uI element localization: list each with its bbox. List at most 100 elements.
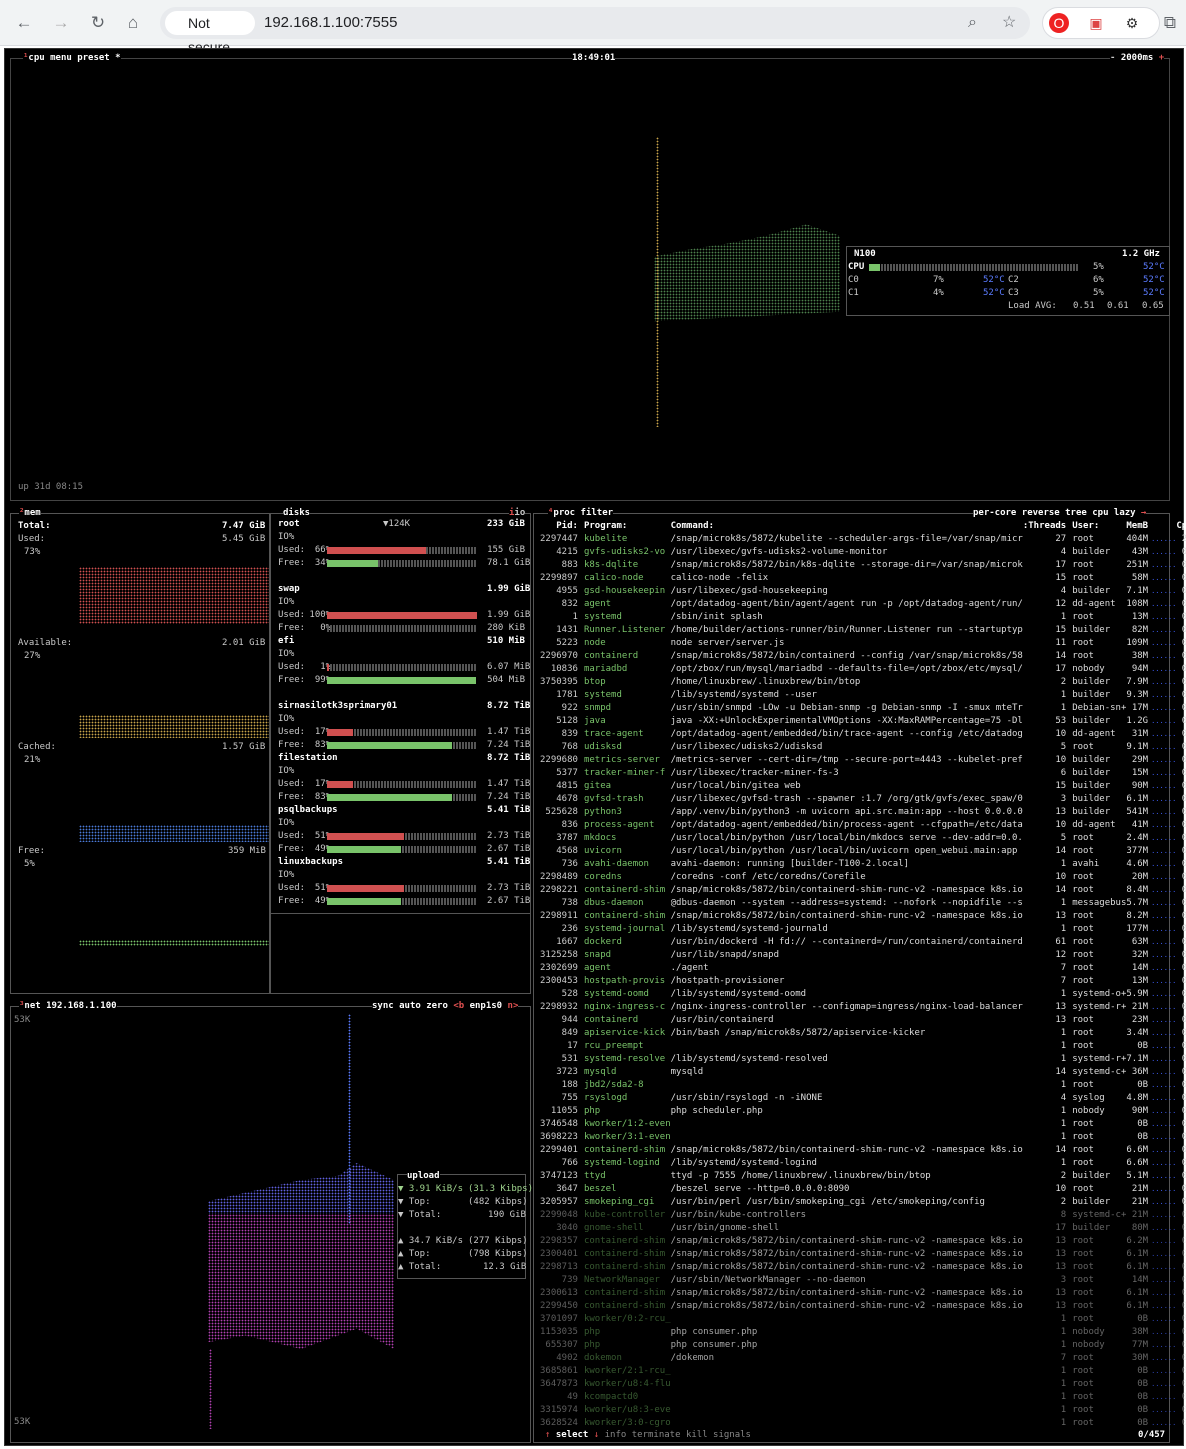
proc-filter[interactable]: filter	[581, 508, 614, 518]
process-row[interactable]: 531 systemd-resolve/lib/systemd/systemd-r…	[540, 1053, 1186, 1066]
footer-signals[interactable]: signals	[713, 1430, 751, 1440]
net-next[interactable]: n>	[508, 1001, 519, 1011]
net-sync[interactable]: sync	[372, 1001, 394, 1011]
process-row[interactable]: 3698223 kworker/3:1-even 1 root 0B...... 0.0	[540, 1131, 1186, 1144]
process-row[interactable]: 2298911 containerd-shim/snap/microk8s/587…	[540, 910, 1186, 923]
col-mem[interactable]: MemB	[1126, 520, 1148, 533]
net-interface[interactable]: enp1s0	[470, 1001, 503, 1011]
bookmark-star-icon[interactable]: ☆	[1002, 11, 1016, 35]
forward-icon[interactable]: →	[49, 11, 73, 35]
process-row[interactable]: 17 rcu_preempt 1 root 0B...... 0.0	[540, 1040, 1186, 1053]
process-row[interactable]: 5377 tracker-miner-f/usr/libexec/tracker-…	[540, 767, 1186, 780]
tab-menu[interactable]: menu	[50, 53, 72, 63]
opt-reverse[interactable]: reverse	[1022, 508, 1060, 518]
col-threads[interactable]: Threads:	[1023, 520, 1066, 533]
net-prev[interactable]: <b	[453, 1001, 464, 1011]
process-row[interactable]: 2300401 containerd-shim/snap/microk8s/587…	[540, 1248, 1186, 1261]
opt-sort[interactable]: cpu lazy	[1092, 508, 1135, 518]
process-row[interactable]: 49 kcompactd0 1 root 0B...... 0.0	[540, 1391, 1186, 1404]
back-icon[interactable]: ←	[12, 11, 36, 35]
process-row[interactable]: 3746548 kworker/1:2-even 1 root 0B...... 0.0	[540, 1118, 1186, 1131]
process-row[interactable]: 3647 beszel/beszel serve --http=0.0.0.0:8…	[540, 1183, 1186, 1196]
process-row[interactable]: 3723 mysqld mysqld 14 systemd-c+ 36M...... 0.0	[540, 1066, 1186, 1079]
process-row[interactable]: 4902 dokemon/dokemon 7 root 30M...... 0.0	[540, 1352, 1186, 1365]
footer-terminate[interactable]: terminate	[632, 1430, 681, 1440]
process-row[interactable]: 3315974 kworker/u8:3-eve 1 root 0B...... 0.0	[540, 1404, 1186, 1417]
url-text[interactable]: 192.168.1.100:7555	[264, 7, 397, 39]
process-row[interactable]: 2299048 kube-controller/usr/bin/kube-cont…	[540, 1209, 1186, 1222]
proc-title[interactable]: ⁴proc filter	[548, 507, 614, 520]
process-row[interactable]: 3747123 ttyd ttyd -p 7555 /home/linuxbrew/…	[540, 1170, 1186, 1183]
zoom-icon[interactable]: ⌕	[968, 11, 977, 35]
process-row[interactable]: 655307 php php consumer.php 1 nobody 77M.....…	[540, 1339, 1186, 1352]
opt-tree[interactable]: tree	[1065, 508, 1087, 518]
security-chip[interactable]: ⚠ Not secure	[165, 11, 255, 55]
process-row[interactable]: 883 k8s-dqlite/snap/microk8s/5872/bin/k8s…	[540, 559, 1186, 572]
process-row[interactable]: 839 trace-agent/opt/datadog-agent/embedde…	[540, 728, 1186, 741]
process-row[interactable]: 2302699 agent ./agent 7 root 14M...... 0.0	[540, 962, 1186, 975]
process-row[interactable]: 2298357 containerd-shim/snap/microk8s/587…	[540, 1235, 1186, 1248]
tab-cpu[interactable]: cpu	[28, 53, 44, 63]
process-row[interactable]: 922 snmpd/usr/sbin/snmpd -LOw -u Debian-s…	[540, 702, 1186, 715]
process-row[interactable]: 832 agent/opt/datadog-agent/bin/agent/age…	[540, 598, 1186, 611]
process-row[interactable]: 2298221 containerd-shim/snap/microk8s/587…	[540, 884, 1186, 897]
gear-icon[interactable]: ⚙	[1122, 13, 1142, 33]
net-auto[interactable]: auto	[399, 1001, 421, 1011]
process-row[interactable]: 1781 systemd/lib/systemd/systemd --user 1 b…	[540, 689, 1186, 702]
process-row[interactable]: 5128 java java -XX:+UnlockExperimentalVMOp…	[540, 715, 1186, 728]
process-row[interactable]: 1431 Runner.Listener/home/builder/actions…	[540, 624, 1186, 637]
process-row[interactable]: 2300453 hostpath-provis/hostpath-provisio…	[540, 975, 1186, 988]
reload-icon[interactable]: ↻	[86, 11, 110, 35]
process-row[interactable]: 2299897 calico-node calico-node -felix 15 ro…	[540, 572, 1186, 585]
process-row[interactable]: 3647873 kworker/u8:4-flu 1 root 0B...... 0.0	[540, 1378, 1186, 1391]
process-row[interactable]: 768 udisksd/usr/libexec/udisks2/udisksd 5 r…	[540, 741, 1186, 754]
process-row[interactable]: 1 systemd/sbin/init splash 1 root 13M...... 0…	[540, 611, 1186, 624]
process-row[interactable]: 944 containerd/usr/bin/containerd 13 root 23…	[540, 1014, 1186, 1027]
process-row[interactable]: 3205957 smokeping_cgi/usr/bin/perl /usr/b…	[540, 1196, 1186, 1209]
process-row[interactable]: 4568 uvicorn/usr/local/bin/python /usr/lo…	[540, 845, 1186, 858]
extension-icon[interactable]: ▣	[1086, 13, 1106, 33]
process-row[interactable]: 11055 php php scheduler.php 1 nobody 90M.....…	[540, 1105, 1186, 1118]
proc-options[interactable]: per-core reverse tree cpu lazy →	[973, 507, 1147, 520]
process-row[interactable]: 4815 gitea/usr/local/bin/gitea web 15 build…	[540, 780, 1186, 793]
process-row[interactable]: 2299450 containerd-shim/snap/microk8s/587…	[540, 1300, 1186, 1313]
col-user[interactable]: User:	[1066, 520, 1126, 533]
process-row[interactable]: 2298932 nginx-ingress-c/nginx-ingress-con…	[540, 1001, 1186, 1014]
footer-kill[interactable]: kill	[686, 1430, 708, 1440]
process-row[interactable]: 2299680 metrics-server/metrics-server --c…	[540, 754, 1186, 767]
footer-select[interactable]: select	[556, 1430, 589, 1440]
process-row[interactable]: 3701097 kworker/0:2-rcu_ 1 root 0B...... 0.0	[540, 1313, 1186, 1326]
process-row[interactable]: 4215 gvfs-udisks2-vo/usr/libexec/gvfs-udi…	[540, 546, 1186, 559]
col-program[interactable]: Program:	[584, 520, 671, 533]
mem-title[interactable]: ²mem	[19, 507, 41, 520]
process-row[interactable]: 528 systemd-oomd/lib/systemd/systemd-oomd…	[540, 988, 1186, 1001]
process-row[interactable]: 2296970 containerd/snap/microk8s/5872/bin…	[540, 650, 1186, 663]
process-row[interactable]: 3125258 snapd/usr/lib/snapd/snapd 12 root 32…	[540, 949, 1186, 962]
process-row[interactable]: 525628 python3/app/.venv/bin/python3 -m u…	[540, 806, 1186, 819]
col-cpu[interactable]: Cpu%	[1176, 520, 1186, 533]
process-row[interactable]: 2298713 containerd-shim/snap/microk8s/587…	[540, 1261, 1186, 1274]
process-row[interactable]: 739 NetworkManager/usr/sbin/NetworkManage…	[540, 1274, 1186, 1287]
opera-icon[interactable]: O	[1049, 13, 1069, 33]
tab-preset[interactable]: preset *	[77, 53, 120, 63]
process-row[interactable]: 4678 gvfsd-trash/usr/libexec/gvfsd-trash …	[540, 793, 1186, 806]
process-row[interactable]: 1667 dockerd/usr/bin/dockerd -H fd:// --c…	[540, 936, 1186, 949]
footer-info[interactable]: info	[605, 1430, 627, 1440]
process-row[interactable]: 2300613 containerd-shim/snap/microk8s/587…	[540, 1287, 1186, 1300]
process-row[interactable]: 736 avahi-daemon avahi-daemon: running [bu…	[540, 858, 1186, 871]
col-pid[interactable]: Pid:	[540, 520, 584, 533]
process-row[interactable]: 236 systemd-journal/lib/systemd/systemd-j…	[540, 923, 1186, 936]
address-bar[interactable]: ⚠ Not secure 192.168.1.100:7555 ⌕ ☆	[160, 7, 1030, 55]
net-title[interactable]: ³net 192.168.1.100	[19, 1000, 117, 1013]
col-command[interactable]: Command:	[671, 520, 1023, 533]
process-row[interactable]: 3750395 btop/home/linuxbrew/.linuxbrew/bi…	[540, 676, 1186, 689]
net-options[interactable]: sync auto zero <b enp1s0 n>	[372, 1000, 519, 1013]
process-row[interactable]: 2299401 containerd-shim/snap/microk8s/587…	[540, 1144, 1186, 1157]
process-row[interactable]: 10836 mariadbd/opt/zbox/run/mysql/mariadb…	[540, 663, 1186, 676]
puzzle-icon[interactable]: ⧉	[1158, 11, 1182, 35]
net-zero[interactable]: zero	[426, 1001, 448, 1011]
process-row[interactable]: 3685861 kworker/2:1-rcu_ 1 root 0B...... 0.0	[540, 1365, 1186, 1378]
process-row[interactable]: 1153035 php php consumer.php 1 nobody 38M....…	[540, 1326, 1186, 1339]
process-row[interactable]: 2297447 kubelite/snap/microk8s/5872/kubel…	[540, 533, 1186, 546]
process-row[interactable]: 3787 mkdocs/usr/local/bin/python /usr/loc…	[540, 832, 1186, 845]
